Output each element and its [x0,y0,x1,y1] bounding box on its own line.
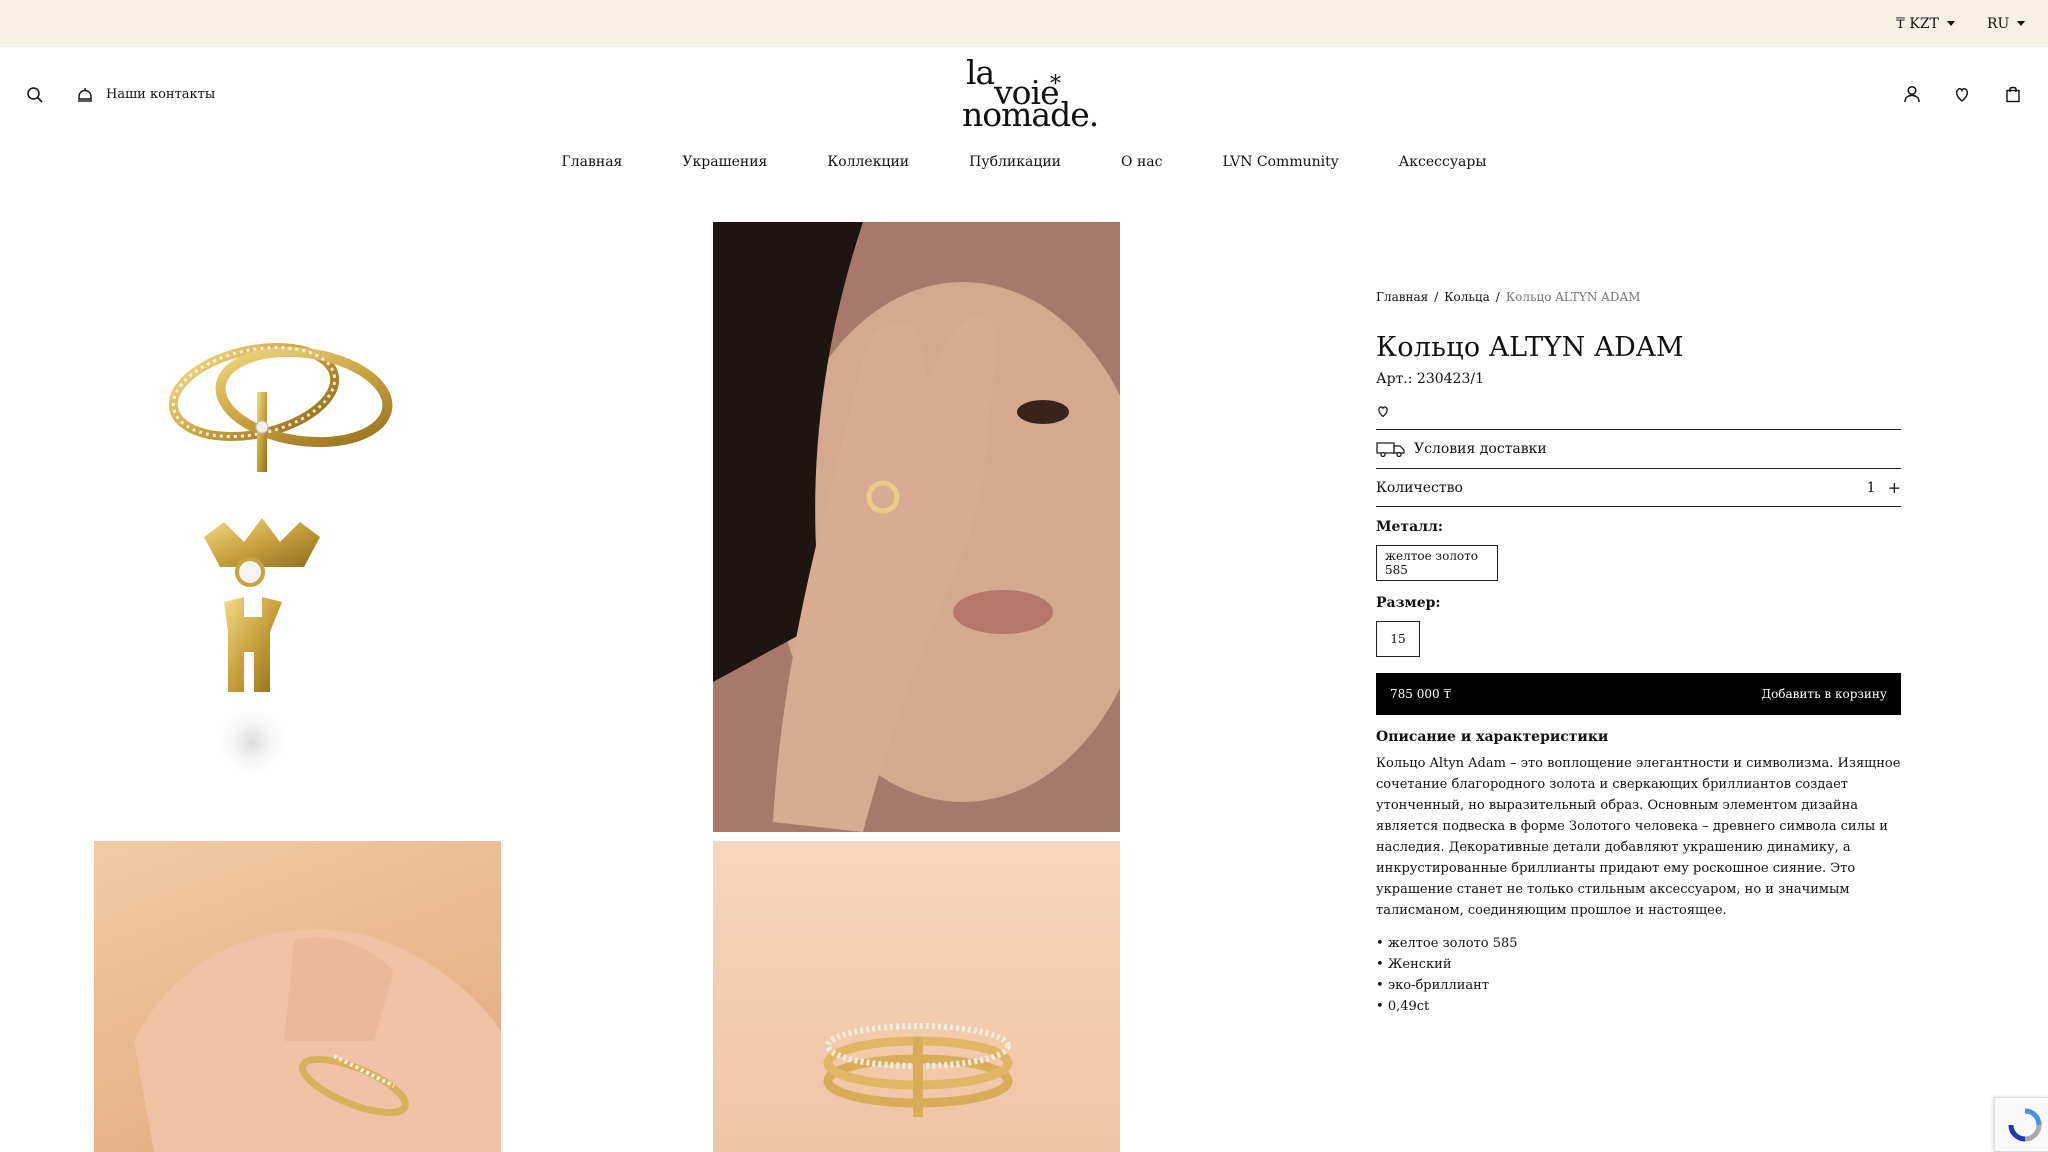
quantity-label: Количество [1376,479,1463,496]
heart-icon [1378,406,1388,418]
add-to-cart-label: Добавить в корзину [1761,687,1887,701]
nav-item-about[interactable]: О нас [1121,154,1162,170]
contacts-link[interactable]: Наши контакты [76,82,215,106]
breadcrumb-separator: / [1434,290,1439,304]
ring-closeup-image[interactable] [713,841,1120,1152]
wishlist-button[interactable] [1950,82,1974,106]
logo[interactable]: la voie * nomade. [950,53,1099,132]
contacts-label: Наши контакты [106,86,216,102]
ring-closeup-placeholder [823,1023,1013,1117]
spec-item: эко-бриллиант [1376,975,1901,996]
spec-item: Женский [1376,954,1901,975]
nav-item-home[interactable]: Главная [561,154,622,170]
nav-item-accessories[interactable]: Аксессуары [1399,154,1487,170]
hand-photo-placeholder [134,929,501,1152]
quantity-value[interactable]: 1 [1867,480,1876,496]
model-photo-placeholder [713,222,1120,832]
spec-item: 0,49ct [1376,996,1901,1017]
heart-icon [1955,88,1969,102]
breadcrumb-current: Кольцо ALTYN ADAM [1505,290,1641,304]
breadcrumb: Главная / Кольца / Кольцо ALTYN ADAM [1376,290,1901,304]
nav-item-community[interactable]: LVN Community [1222,154,1338,170]
breadcrumb-rings[interactable]: Кольца [1444,290,1490,304]
ring-illustration [168,343,393,782]
add-to-wishlist-button[interactable] [1376,403,1390,418]
size-label: Размер: [1376,595,1441,611]
quantity-stepper: 1 + [1867,478,1901,497]
product-title: Кольцо ALTYN ADAM [1376,332,1684,363]
top-bar: ₸ KZT RU [0,0,2048,47]
spec-item: желтое золото 585 [1376,933,1901,954]
model-image[interactable] [713,222,1120,832]
metal-label: Металл: [1376,519,1444,535]
article-number: Арт.: 230423/1 [1376,371,1484,387]
hand-image[interactable] [94,841,501,1152]
recaptcha-icon [2008,1108,2042,1142]
account-button[interactable] [1900,82,1924,106]
metal-option[interactable]: желтое золото 585 [1376,545,1498,581]
nav-item-jewelry[interactable]: Украшения [682,154,767,170]
currency-selector[interactable]: ₸ KZT [1896,0,1955,47]
price: 785 000 ₸ [1390,687,1452,701]
user-icon [1904,85,1920,103]
chevron-down-icon [1946,21,1955,26]
language-selector[interactable]: RU [1987,0,2026,47]
truck-icon [1376,442,1405,457]
quantity-row: Количество 1 + [1376,468,1901,507]
shopping-bag-icon [2006,86,2020,103]
size-option[interactable]: 15 [1376,621,1420,657]
breadcrumb-separator: / [1495,290,1500,304]
logo-line3: nomade. [962,95,1099,134]
delivery-conditions-row[interactable]: Условия доставки [1376,429,1901,468]
spec-list: желтое золото 585 Женский эко-бриллиант … [1376,933,1901,1017]
language-label: RU [1987,15,2010,32]
delivery-label: Условия доставки [1414,441,1547,457]
search-icon [27,87,43,103]
search-button[interactable] [24,84,46,106]
quantity-increase-button[interactable]: + [1888,478,1901,497]
cart-button[interactable] [2001,82,2025,106]
main-nav: Главная Украшения Коллекции Публикации О… [0,154,2048,170]
logo-star: * [1050,72,1061,97]
currency-label: ₸ KZT [1896,15,1939,32]
breadcrumb-home[interactable]: Главная [1376,290,1428,304]
nav-item-collections[interactable]: Коллекции [827,154,909,170]
description-text: Кольцо Altyn Adam – это воплощение элега… [1376,756,1901,918]
bell-icon [78,88,92,102]
logo-line1: la [966,53,995,92]
description-title: Описание и характеристики [1376,729,1609,745]
recaptcha-badge[interactable] [1994,1097,2048,1152]
chevron-down-icon [2017,21,2026,26]
add-to-cart-button[interactable]: 785 000 ₸ Добавить в корзину [1376,673,1901,715]
nav-item-publications[interactable]: Публикации [969,154,1061,170]
product-image-ring[interactable] [94,222,501,832]
product-panel: Главная / Кольца / Кольцо ALTYN ADAM Кол… [1376,290,1901,1017]
